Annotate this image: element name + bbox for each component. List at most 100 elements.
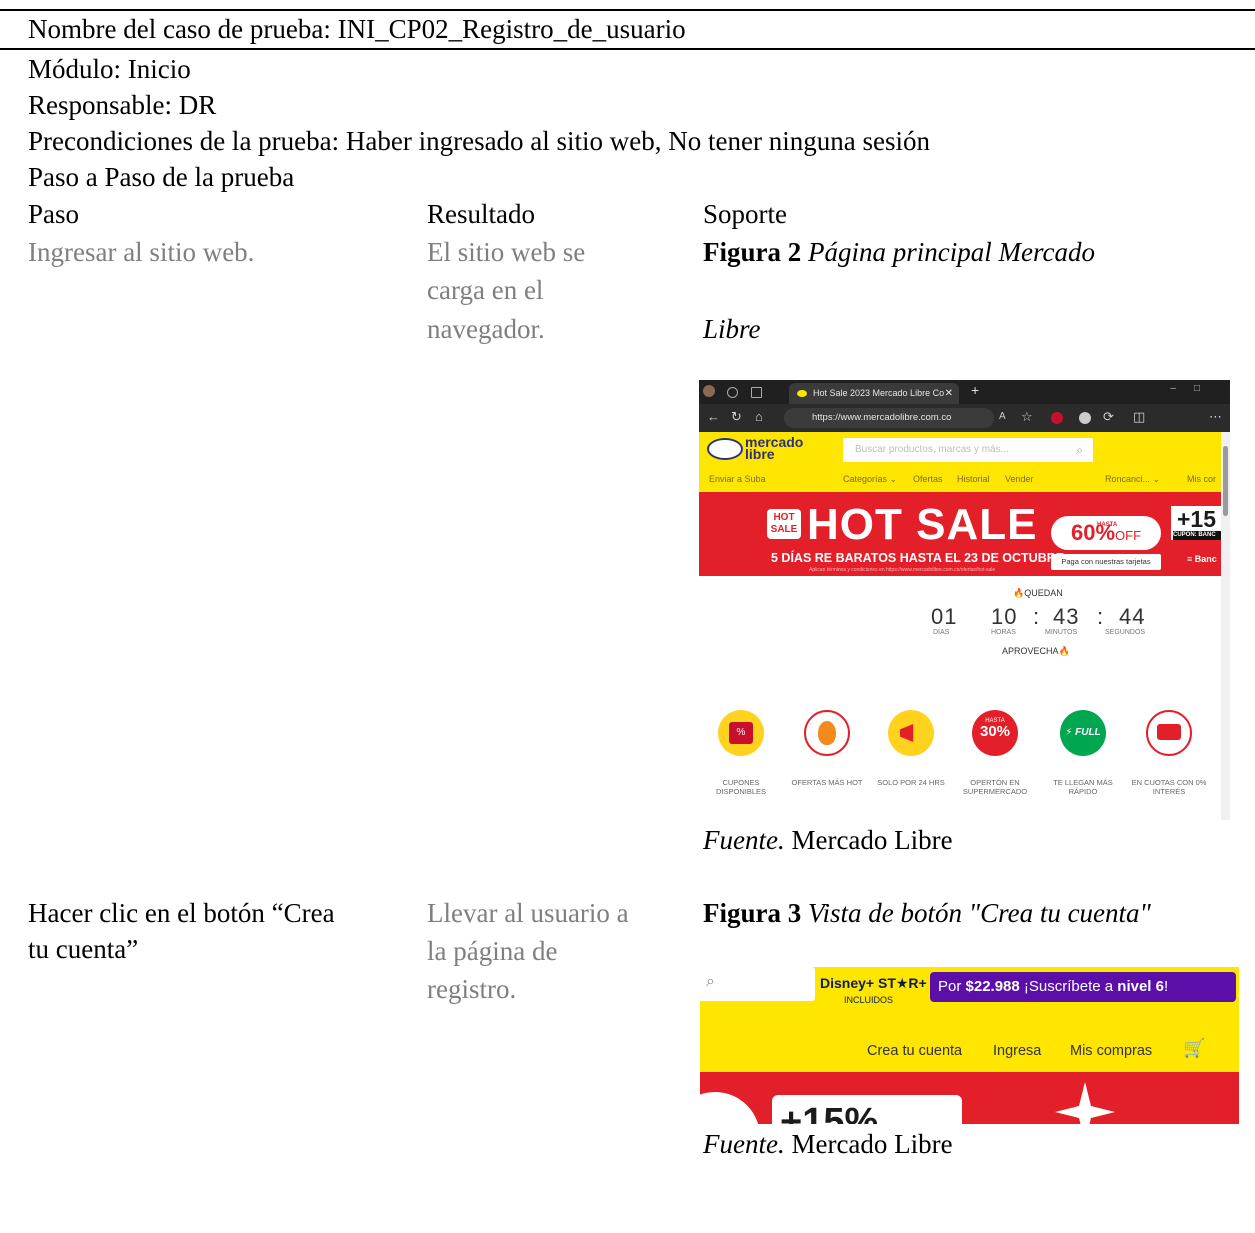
search-icon[interactable]: ⌕	[1076, 438, 1083, 462]
column-support: Soporte	[703, 199, 787, 229]
unit-days: DÍAS	[933, 629, 950, 636]
my-purchases[interactable]: Mis cor	[1187, 474, 1216, 484]
tab-title: Hot Sale 2023 Mercado Libre Co	[813, 388, 945, 398]
close-tab-icon[interactable]: ✕	[945, 383, 953, 404]
purchases-link[interactable]: Mis compras	[1070, 1043, 1152, 1059]
steps-title: Paso a Paso de la prueba	[28, 162, 295, 192]
figure2-screenshot: Hot Sale 2023 Mercado Libre Co ✕ + –□ ← …	[699, 380, 1230, 820]
countdown-days: 01	[931, 604, 958, 629]
home-icon[interactable]: ⌂	[755, 409, 763, 424]
promo-banner[interactable]: +15% OFF	[700, 1072, 1239, 1124]
send-to[interactable]: Enviar a Suba	[709, 474, 766, 484]
row2-result-line1: Llevar al usuario a	[427, 898, 629, 928]
column-result: Resultado	[427, 199, 535, 229]
unit-hours: HORAS	[991, 629, 1016, 636]
nav-offers[interactable]: Ofertas	[913, 474, 943, 484]
supermarket-icon: HASTA 30%	[972, 710, 1018, 756]
row2-step-line1: Hacer clic en el botón “Crea	[28, 898, 335, 928]
coupon-label: CUPÓN: BANC	[1173, 531, 1221, 540]
cat-hot-offers-label: OFERTAS MÁS HOT	[791, 778, 863, 787]
read-aloud-icon[interactable]: A	[999, 411, 1006, 422]
search-icon[interactable]: ⌕	[706, 973, 715, 991]
figure2-source-value: Mercado Libre	[784, 825, 953, 855]
pay-with-cards: Paga con nuestras tarjetas	[1051, 554, 1161, 570]
figure2-caption: Figura 2 Página principal Mercado	[703, 233, 1095, 271]
discount-hasta: HASTA	[1097, 522, 1118, 528]
figure3-source-label: Fuente.	[703, 1129, 785, 1159]
scrollbar[interactable]	[1221, 432, 1230, 820]
cat-fast-label: TE LLEGAN MÁS RÁPIDO	[1053, 778, 1113, 796]
disney-star-logo: Disney+ ST★R+	[820, 975, 927, 991]
included-label: INCLUIDOS	[844, 995, 894, 1005]
hot-sale-badge: HOT SALE	[767, 509, 801, 539]
discount-suffix: OFF	[1115, 528, 1142, 543]
nav-sell[interactable]: Vender	[1005, 474, 1034, 484]
cat-hot-offers[interactable]: OFERTAS MÁS HOT	[787, 710, 867, 787]
create-account-link[interactable]: Crea tu cuenta	[867, 1043, 962, 1059]
browser-tabbar: Hot Sale 2023 Mercado Libre Co ✕ + –□	[699, 380, 1230, 404]
ml-brand: mercado libre	[745, 434, 804, 462]
cat-24h[interactable]: SOLO POR 24 HRS	[871, 710, 951, 787]
sparkle-icon	[1055, 1082, 1115, 1124]
row1-result-line1: El sitio web se	[427, 237, 586, 267]
column-step: Paso	[28, 199, 80, 229]
countdown-minutes: 43	[1053, 604, 1080, 629]
collections-icon[interactable]: ⟳	[1103, 409, 1114, 425]
figure3-source: Fuente. Mercado Libre	[703, 1125, 953, 1163]
nav-history[interactable]: Historial	[957, 474, 990, 484]
hot-sale-banner[interactable]: HOT SALE HOT SALE 5 DÍAS RE BARATOS HAST…	[699, 492, 1221, 576]
browser-tab[interactable]: Hot Sale 2023 Mercado Libre Co ✕	[789, 383, 959, 404]
cart-icon[interactable]: 🛒	[1183, 1038, 1205, 1059]
figure2-title-line2: Libre	[703, 314, 761, 344]
figure2-source: Fuente. Mercado Libre	[703, 821, 953, 859]
supermarket-badge-hasta: HASTA	[985, 718, 1005, 724]
figure3-source-value: Mercado Libre	[784, 1129, 953, 1159]
back-icon[interactable]: ←	[707, 409, 720, 424]
extra-value: +15	[1177, 506, 1217, 532]
bank-label: ≡ Banc	[1187, 554, 1217, 564]
tab-actions-icon	[751, 387, 762, 398]
nav-categories[interactable]: Categorías ⌄	[843, 474, 897, 485]
favorite-star-icon[interactable]: ☆	[1021, 409, 1033, 425]
module-label: Módulo: Inicio	[28, 54, 191, 84]
banner-title: HOT SALE	[807, 500, 1038, 549]
subscription-promo[interactable]: Por $22.988 ¡Suscríbete a nivel 6!	[930, 972, 1236, 1002]
login-link[interactable]: Ingresa	[993, 1043, 1041, 1059]
cta-aprovecha[interactable]: APROVECHA🔥	[1002, 646, 1070, 657]
row1-result-line2: carga en el	[427, 275, 544, 305]
figure2-source-label: Fuente.	[703, 825, 785, 855]
split-icon[interactable]: ◫	[1133, 409, 1145, 425]
scrollbar-thumb[interactable]	[1223, 446, 1228, 516]
cat-installments[interactable]: EN CUOTAS CON 0% INTERÉS	[1129, 710, 1209, 796]
full-icon: ⚡ FULL	[1060, 710, 1106, 756]
figure2-title-line1: Página principal Mercado	[808, 237, 1095, 267]
banner-fine-print: Aplican términos y condiciones en https:…	[809, 567, 996, 573]
mercadolibre-logo-icon[interactable]	[707, 438, 743, 460]
banner-circle	[700, 1092, 760, 1124]
refresh-icon[interactable]: ↻	[731, 409, 742, 425]
new-tab-icon[interactable]: +	[971, 382, 979, 398]
figure3-title: Vista de botón "Crea tu cuenta"	[808, 898, 1151, 928]
cat-supermarket[interactable]: HASTA 30% OPERTÓN EN SUPERMERCADO	[955, 710, 1035, 796]
ml-search-input[interactable]: Buscar productos, marcas y más... ⌕	[843, 438, 1093, 462]
countdown-hours: 10	[991, 604, 1018, 629]
row1-result-line3: navegador.	[427, 314, 545, 344]
browser-addressbar: ← ↻ ⌂ https://www.mercadolibre.com.co A …	[699, 404, 1230, 432]
row2-result-line3: registro.	[427, 974, 517, 1004]
more-icon[interactable]: ⋯	[1209, 409, 1222, 425]
countdown-sep-1: :	[1033, 604, 1041, 629]
extension2-icon[interactable]	[1079, 412, 1091, 424]
user-menu[interactable]: Roncanci... ⌄	[1105, 474, 1160, 485]
preconditions-label: Precondiciones de la prueba: Haber ingre…	[28, 126, 930, 156]
url-field[interactable]: https://www.mercadolibre.com.co	[784, 408, 994, 428]
countdown-sep-2: :	[1097, 604, 1105, 629]
cat-coupons[interactable]: % CUPONES DISPONIBLES	[701, 710, 781, 796]
search-box[interactable]: ⌕	[700, 967, 815, 1001]
figure2-label: Figura 2	[703, 237, 802, 267]
responsible-label: Responsable: DR	[28, 90, 217, 120]
cat-fast[interactable]: ⚡ FULL TE LLEGAN MÁS RÁPIDO	[1043, 710, 1123, 796]
promo-prefix: Por	[938, 978, 966, 995]
window-controls[interactable]: –□	[1170, 383, 1218, 394]
promo-price: $22.988	[965, 978, 1020, 995]
extension-icon[interactable]	[1051, 412, 1063, 424]
